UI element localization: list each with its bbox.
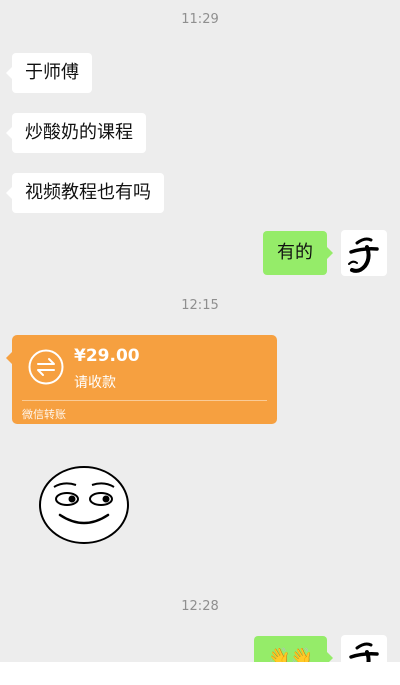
transfer-footer-label: 微信转账 [22,408,66,421]
timestamp: 12:28 [181,599,219,614]
avatar[interactable] [341,230,387,276]
transfer-card[interactable]: ¥29.00 请收款 微信转账 [6,335,277,424]
transfer-arrows-icon [28,349,64,385]
smirk-face-sticker[interactable] [38,465,130,545]
message-bubble-incoming[interactable]: 炒酸奶的课程 [6,113,146,153]
bottom-bar [0,662,400,685]
message-bubble-outgoing[interactable]: 有的 [263,231,333,275]
transfer-divider [22,400,267,401]
message-bubble-incoming[interactable]: 视频教程也有吗 [6,173,164,213]
calligraphy-avatar-icon [348,237,379,273]
timestamp: 11:29 [181,12,219,27]
transfer-amount: ¥29.00 [74,346,140,366]
timestamp: 12:15 [181,298,219,313]
message-bubble-incoming[interactable]: 于师傅 [6,53,92,93]
transfer-status: 请收款 [74,375,116,391]
